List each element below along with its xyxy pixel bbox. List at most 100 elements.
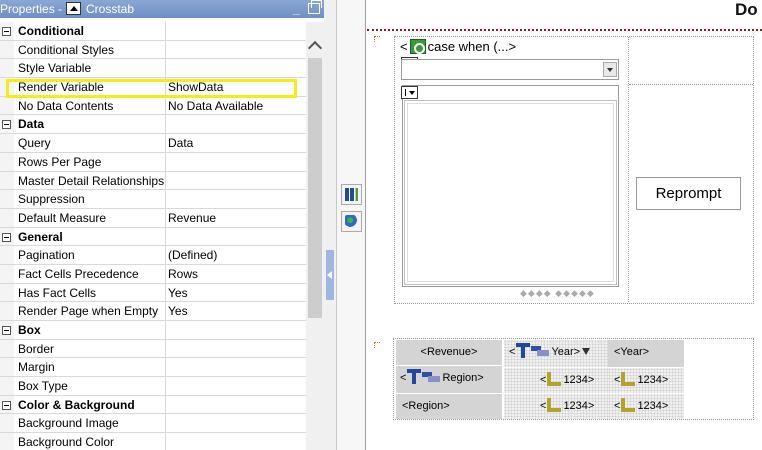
property-value[interactable]: Yes xyxy=(168,284,306,302)
property-row[interactable]: Render Variable ShowData xyxy=(0,78,306,97)
title-separator: - xyxy=(58,2,63,16)
property-value[interactable] xyxy=(168,115,306,133)
property-row[interactable]: Suppression xyxy=(0,190,306,209)
property-row[interactable]: Style Variable xyxy=(0,59,306,79)
crosstab-row-header[interactable]: < Region> xyxy=(396,366,502,393)
restore-window-icon[interactable] xyxy=(308,0,322,14)
collapse-group-icon[interactable] xyxy=(2,232,11,242)
crosstab-tool-button[interactable] xyxy=(341,184,362,205)
level-icon xyxy=(531,346,550,356)
measure-icon xyxy=(621,398,636,412)
property-group-row[interactable]: Data xyxy=(0,115,306,135)
property-row[interactable]: Background Color xyxy=(0,433,306,450)
property-name: Default Measure xyxy=(18,208,166,227)
property-value[interactable] xyxy=(168,59,306,77)
property-group-row[interactable]: General xyxy=(0,227,306,247)
crosstab-fact-cell[interactable]: <1234> xyxy=(608,394,684,419)
property-row[interactable]: Fact Cells Precedence Rows xyxy=(0,264,306,284)
row-gutter xyxy=(0,78,14,96)
minimize-icon[interactable]: _ xyxy=(293,0,300,18)
conditional-cell[interactable]: < case when (...> ◆◆◆◆ ◆◆◆◆◆ xyxy=(395,37,629,302)
property-group-name: Conditional xyxy=(18,22,166,40)
collapse-group-icon[interactable] xyxy=(2,27,11,36)
property-value[interactable] xyxy=(168,414,306,432)
list-prompt-area[interactable] xyxy=(404,100,617,285)
property-row[interactable]: Default Measure Revenue xyxy=(0,208,306,228)
conditional-block[interactable]: < case when (...> ◆◆◆◆ ◆◆◆◆◆ xyxy=(394,36,754,304)
crosstab-fact-cell[interactable]: <1234> xyxy=(504,368,608,393)
crosstab-row-member[interactable]: <Region> xyxy=(396,394,502,419)
property-row[interactable]: Render Page when Empty Yes xyxy=(0,302,306,321)
property-row[interactable]: No Data Contents No Data Available xyxy=(0,96,306,116)
property-row[interactable]: Query Data xyxy=(0,134,306,153)
property-row[interactable]: Background Image xyxy=(0,414,306,434)
property-group-row[interactable]: Color & Background xyxy=(0,395,306,415)
property-value[interactable]: Rows xyxy=(168,265,306,283)
pane-splitter[interactable] xyxy=(324,0,337,450)
case-expression-label[interactable]: < case when (...> xyxy=(400,39,516,54)
property-value[interactable] xyxy=(168,377,306,395)
crosstab-measure-cell[interactable]: <Revenue> xyxy=(396,340,502,365)
list-prompt-box[interactable] xyxy=(402,85,619,287)
property-row[interactable]: Border xyxy=(0,339,306,359)
collapse-pane-icon[interactable] xyxy=(326,250,334,300)
crosstab-fact-cell[interactable]: <1234> xyxy=(608,368,684,393)
property-row[interactable]: Master Detail Relationships xyxy=(0,171,306,191)
case-prefix: < xyxy=(400,39,408,54)
property-group-row[interactable]: Box xyxy=(0,321,306,340)
crosstab[interactable]: <Revenue> < Year> <Year> < Region> <1234> … xyxy=(393,338,754,420)
property-value[interactable]: Data xyxy=(168,134,306,152)
property-value[interactable]: Yes xyxy=(168,302,306,320)
scroll-up-icon[interactable] xyxy=(309,40,321,50)
property-name: Rows Per Page xyxy=(18,152,166,171)
sort-descending-icon xyxy=(582,348,591,355)
property-name: Background Color xyxy=(18,433,166,450)
property-value[interactable] xyxy=(168,358,306,376)
crosstab-column-member[interactable]: <Year> xyxy=(608,340,684,367)
property-value[interactable]: (Defined) xyxy=(168,246,306,264)
property-group-name: Data xyxy=(18,115,166,134)
list-prompt-marker-icon[interactable] xyxy=(401,86,418,99)
property-value[interactable] xyxy=(168,396,306,414)
property-value[interactable]: Revenue xyxy=(168,209,306,227)
property-value[interactable] xyxy=(168,228,306,246)
crosstab-fact-cell[interactable]: <1234> xyxy=(504,394,608,419)
query-calculation-icon xyxy=(409,39,426,54)
collapse-group-icon[interactable] xyxy=(2,326,11,335)
property-grid: Conditional Conditional Styles Style Varia… xyxy=(0,22,306,450)
property-value[interactable] xyxy=(168,433,306,450)
property-value[interactable] xyxy=(168,172,306,190)
property-row[interactable]: Box Type xyxy=(0,377,306,396)
page-header-border xyxy=(367,29,762,31)
property-value[interactable] xyxy=(168,190,306,208)
property-row[interactable]: Conditional Styles xyxy=(0,40,306,60)
value-prompt-dropdown[interactable] xyxy=(401,59,619,80)
crosstab-column-header[interactable]: < Year> xyxy=(504,340,608,367)
property-value[interactable] xyxy=(168,41,306,59)
property-row[interactable]: Rows Per Page xyxy=(0,152,306,172)
collapse-group-icon[interactable] xyxy=(2,400,11,410)
property-value[interactable]: ShowData xyxy=(168,78,306,96)
select-ancestor-icon[interactable] xyxy=(66,2,81,15)
properties-scrollbar[interactable] xyxy=(306,22,324,450)
property-row[interactable]: Pagination (Defined) xyxy=(0,246,306,265)
scrollbar-thumb[interactable] xyxy=(308,58,322,318)
property-value[interactable] xyxy=(168,321,306,339)
row-gutter xyxy=(0,59,14,78)
tree-tool-button[interactable] xyxy=(341,211,362,232)
column-header-prefix: < xyxy=(509,346,516,358)
property-value[interactable] xyxy=(168,340,306,358)
property-row[interactable]: Has Fact Cells Yes xyxy=(0,283,306,303)
row-gutter xyxy=(0,134,14,152)
collapse-group-icon[interactable] xyxy=(2,120,11,130)
property-row[interactable]: Margin xyxy=(0,358,306,378)
reprompt-button[interactable]: Reprompt xyxy=(636,177,741,210)
chevron-down-icon[interactable] xyxy=(603,62,617,77)
property-value[interactable] xyxy=(168,22,306,40)
property-group-row[interactable]: Conditional xyxy=(0,22,306,41)
property-value[interactable]: No Data Available xyxy=(168,97,306,115)
properties-panel: Properties - Crosstab _ Conditional Condi… xyxy=(0,0,328,450)
property-value[interactable] xyxy=(168,153,306,171)
property-name: Margin xyxy=(18,358,166,377)
fact-cell-prefix: < xyxy=(540,374,547,386)
